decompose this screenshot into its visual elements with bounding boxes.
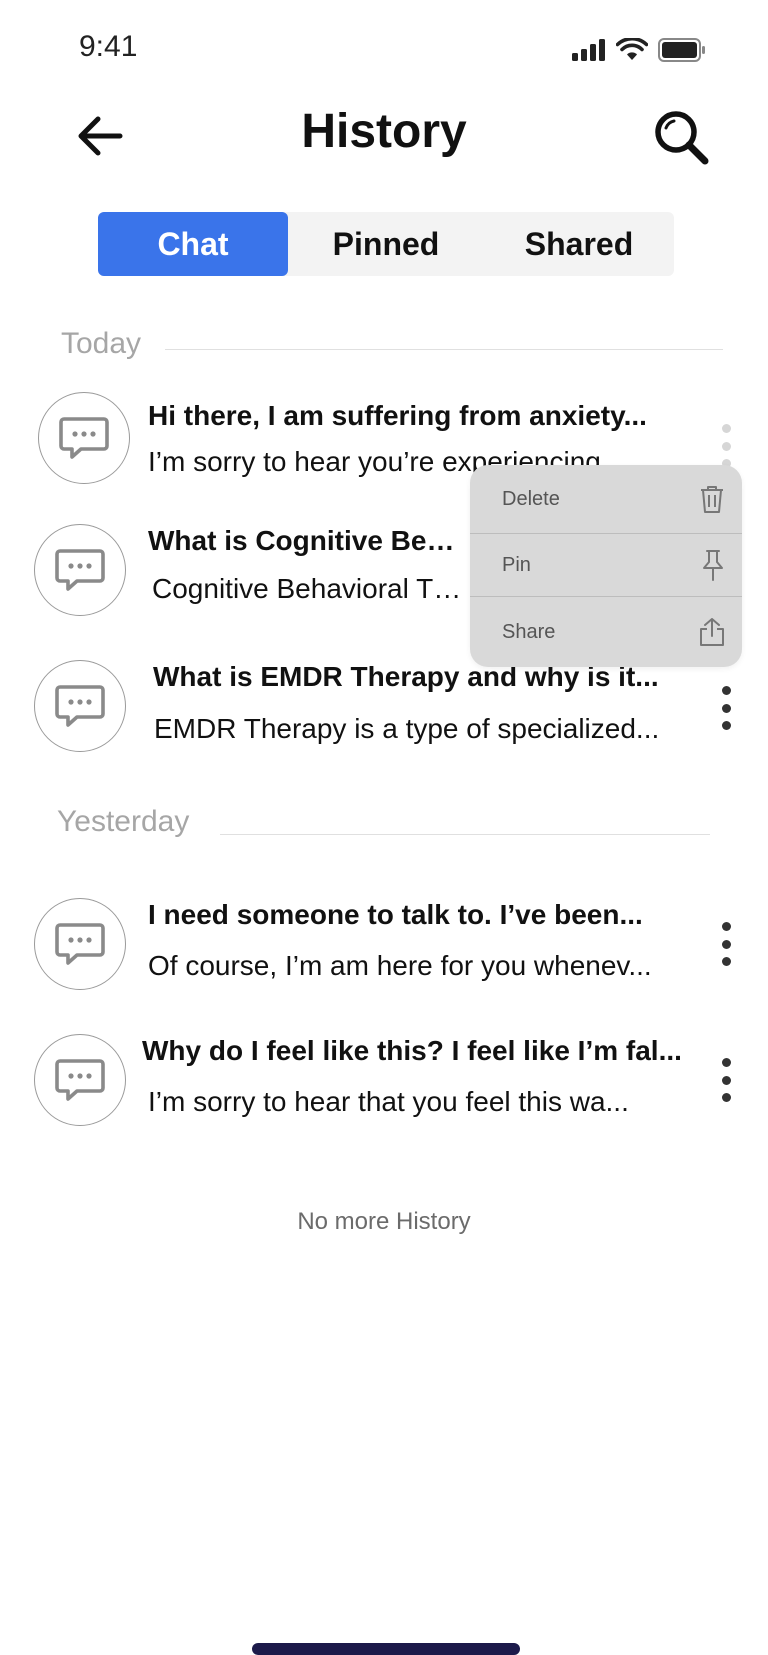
menu-item-pin[interactable]: Pin: [470, 534, 742, 596]
chat-avatar[interactable]: [34, 898, 126, 990]
chat-avatar[interactable]: [34, 660, 126, 752]
search-button[interactable]: [652, 108, 712, 168]
more-options-button[interactable]: [711, 686, 741, 730]
chat-preview[interactable]: Cognitive Behavioral Therapy (CBT) is a: [152, 573, 468, 605]
section-today-divider: [165, 349, 723, 350]
pin-icon: [703, 550, 723, 581]
chat-avatar[interactable]: [34, 524, 126, 616]
chat-bubble-icon: [55, 923, 105, 965]
tab-bar: Chat Pinned Shared: [98, 212, 674, 276]
trash-icon: [701, 486, 723, 513]
chat-title[interactable]: Hi there, I am suffering from anxiety...: [148, 400, 688, 432]
menu-item-share-label: Share: [502, 620, 556, 643]
search-icon: [655, 111, 709, 165]
more-options-button[interactable]: [711, 922, 741, 966]
home-indicator: [252, 1643, 520, 1655]
section-yesterday-divider: [220, 834, 710, 835]
status-icons: [572, 38, 706, 62]
chat-preview[interactable]: EMDR Therapy is a type of specialized...: [154, 713, 702, 745]
status-time: 9:41: [79, 30, 138, 63]
chat-title[interactable]: I need someone to talk to. I’ve been...: [148, 899, 688, 931]
tab-shared[interactable]: Shared: [484, 212, 674, 276]
more-options-button[interactable]: [711, 1058, 741, 1102]
chat-bubble-icon: [55, 1059, 105, 1101]
menu-item-pin-label: Pin: [502, 553, 531, 576]
battery-icon: [658, 38, 705, 62]
chat-bubble-icon: [59, 417, 109, 459]
chat-preview[interactable]: Of course, I’m am here for you whenev...: [148, 950, 708, 982]
no-more-history-text: No more History: [297, 1208, 471, 1235]
section-yesterday-label: Yesterday: [57, 805, 190, 838]
signal-icon: [572, 39, 605, 61]
wifi-icon: [616, 38, 648, 60]
tab-pinned[interactable]: Pinned: [288, 212, 484, 276]
share-icon: [700, 618, 724, 646]
chat-bubble-icon: [55, 685, 105, 727]
chat-avatar[interactable]: [38, 392, 130, 484]
chat-bubble-icon: [55, 549, 105, 591]
tab-chat[interactable]: Chat: [98, 212, 288, 276]
menu-item-delete-label: Delete: [502, 487, 560, 510]
chat-title[interactable]: Why do I feel like this? I feel like I’m…: [142, 1035, 702, 1067]
menu-item-delete[interactable]: Delete: [470, 465, 742, 533]
context-menu: Delete Pin Share: [470, 465, 742, 667]
more-options-button[interactable]: [711, 424, 741, 468]
menu-item-share[interactable]: Share: [470, 597, 742, 667]
chat-preview[interactable]: I’m sorry to hear that you feel this wa.…: [148, 1086, 688, 1118]
section-today-label: Today: [61, 327, 142, 360]
chat-avatar[interactable]: [34, 1034, 126, 1126]
chat-title[interactable]: What is Cognitive Behavioral Therapy?: [148, 525, 468, 557]
